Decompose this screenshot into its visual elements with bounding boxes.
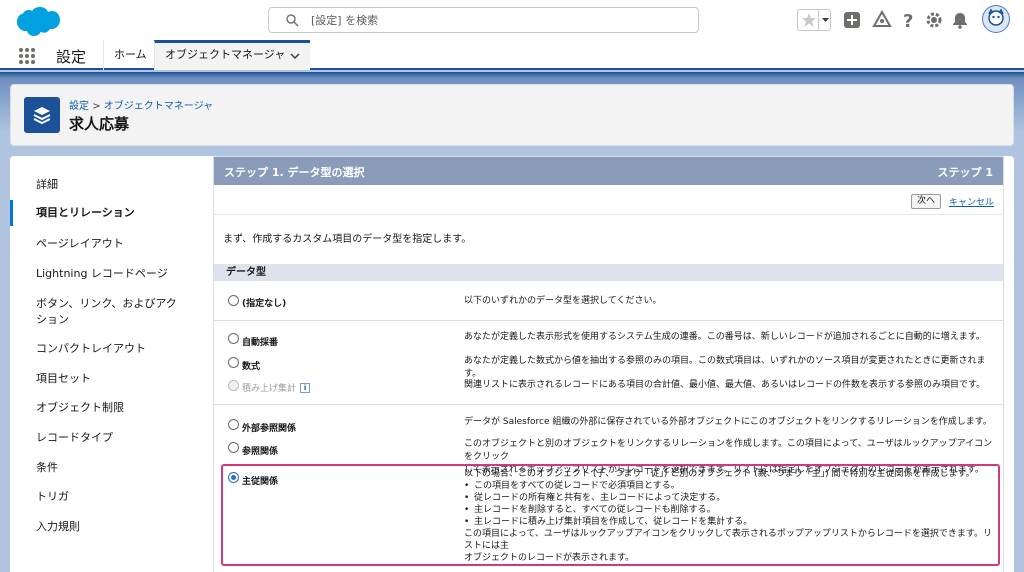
divider [214, 320, 1003, 321]
step-header: ステップ 1. データ型の選択 ステップ 1 [214, 157, 1003, 185]
chevron-down-icon[interactable] [289, 51, 301, 61]
sidebar-item-record-types[interactable]: レコードタイプ [10, 430, 210, 446]
option-desc-master-detail: 以下の場合、このオブジェクト (子、つまり「従」) と別のオブジェクト (親、つ… [464, 468, 994, 564]
breadcrumb-object-manager-link[interactable]: オブジェクトマネージャ [104, 101, 213, 112]
option-label-auto-number[interactable]: 自動採番 [242, 335, 278, 348]
sidebar-item-page-layouts[interactable]: ページレイアウト [10, 236, 210, 252]
option-desc-formula: あなたが定義した数式から値を抽出する参照のみの項目。この数式項目は、いずれかのソ… [464, 356, 986, 379]
sidebar-item-object-limits[interactable]: オブジェクト制限 [10, 400, 210, 416]
option-label-none[interactable]: (指定なし) [242, 296, 286, 309]
object-sidebar: 詳細 項目とリレーション ページレイアウト Lightning レコードページ … [10, 156, 210, 572]
radio-roll-up-summary [228, 380, 239, 391]
sidebar-item-lightning-record-pages[interactable]: Lightning レコードページ [10, 266, 210, 282]
search-icon [286, 14, 299, 27]
option-desc-roll-up-summary: 関連リストに表示されるレコードにある項目の合計値、最小値、最大値、あるいはレコー… [464, 380, 986, 390]
gear-icon[interactable] [924, 10, 944, 30]
option-label-formula[interactable]: 数式 [242, 359, 260, 372]
wizard-button-row: 次へ キャンセル [214, 185, 1003, 215]
master-detail-intro: 以下の場合、このオブジェクト (子、つまり「従」) と別のオブジェクト (親、つ… [464, 469, 975, 479]
favorites-button[interactable] [797, 9, 831, 31]
info-icon[interactable]: i [300, 383, 311, 393]
sidebar-item-conditions[interactable]: 条件 [10, 460, 210, 476]
option-label-lookup[interactable]: 参照関係 [242, 444, 278, 457]
list-item: この項目をすべての従レコードで必須項目とする。 [464, 480, 994, 492]
tab-home-label: ホーム [114, 48, 147, 61]
next-button[interactable]: 次へ [911, 194, 942, 209]
master-detail-outro-line1: この項目によって、ユーザはルックアップアイコンをクリックして表示されるポップアッ… [464, 529, 993, 551]
object-icon [24, 97, 60, 133]
breadcrumb-separator: > [92, 101, 101, 112]
master-detail-outro-line2: オブジェクトのレコードが表示されます。 [464, 553, 635, 563]
radio-auto-number[interactable] [228, 333, 239, 344]
user-avatar-icon [983, 6, 1009, 32]
tab-home[interactable]: ホーム [103, 40, 157, 70]
avatar[interactable] [982, 5, 1010, 33]
favorites-dropdown[interactable] [818, 10, 831, 30]
page-title: 求人応募 [69, 115, 130, 133]
search-input[interactable] [311, 12, 681, 28]
step-title: ステップ 1. データ型の選択 [224, 166, 365, 179]
tab-object-manager[interactable]: オブジェクトマネージャ [154, 40, 310, 70]
list-item: 従レコードの所有権と共有を、主レコードによって決定する。 [464, 492, 994, 504]
breadcrumb: 設定 > オブジェクトマネージャ [69, 97, 213, 112]
new-field-wizard: ステップ 1. データ型の選択 ステップ 1 次へ キャンセル まず、作成するカ… [213, 156, 1004, 572]
cancel-link[interactable]: キャンセル [949, 195, 994, 208]
radio-master-detail[interactable] [228, 472, 239, 483]
app-launcher-icon[interactable] [18, 47, 36, 65]
list-item: 主レコードを削除すると、すべての従レコードも削除する。 [464, 504, 994, 516]
sidebar-item-validation-rules[interactable]: 入力規則 [10, 519, 210, 535]
radio-none[interactable] [228, 295, 239, 306]
salesforce-logo[interactable] [12, 5, 60, 37]
breadcrumb-setup-link[interactable]: 設定 [69, 101, 89, 112]
radio-external-lookup[interactable] [228, 419, 239, 430]
radio-lookup[interactable] [228, 442, 239, 453]
sidebar-item-buttons-links-actions[interactable]: ボタン、リンク、およびアクション [10, 296, 186, 328]
option-label-master-detail[interactable]: 主従関係 [242, 474, 278, 487]
option-label-roll-up-summary: 積み上げ集計 i [242, 381, 311, 394]
step-indicator: ステップ 1 [937, 166, 993, 179]
app-name: 設定 [56, 48, 87, 66]
option-desc-auto-number: あなたが定義した表示形式を使用するシステム生成の連番。この番号は、新しいレコード… [464, 332, 985, 342]
option-desc-none: 以下のいずれかのデータ型を選択してください。 [464, 296, 662, 306]
add-icon[interactable] [842, 10, 862, 30]
global-search[interactable] [268, 7, 699, 33]
sidebar-item-compact-layouts[interactable]: コンパクトレイアウト [10, 341, 210, 357]
app-nav-bar: 設定 ホーム オブジェクトマネージャ [0, 40, 1024, 70]
option-desc-external-lookup: データが Salesforce 組織の外部に保存されている外部オブジェクトにこの… [464, 417, 992, 427]
sidebar-item-triggers[interactable]: トリガ [10, 489, 210, 505]
radio-formula[interactable] [228, 357, 239, 368]
sidebar-item-details[interactable]: 詳細 [10, 177, 210, 193]
help-icon[interactable]: ? [898, 10, 918, 30]
tab-object-manager-label: オブジェクトマネージャ [165, 48, 286, 61]
bell-icon[interactable] [950, 10, 970, 30]
trailhead-icon[interactable] [872, 10, 892, 30]
page-header: 設定 > オブジェクトマネージャ 求人応募 [10, 84, 1014, 146]
layers-icon [33, 107, 51, 125]
global-header: ? [0, 0, 1024, 40]
svg-text:?: ? [903, 11, 913, 30]
star-icon[interactable] [800, 11, 818, 29]
list-item: 主レコードに積み上げ集計項目を作成して、従レコードを集計する。 [464, 516, 994, 528]
section-title: データ型 [214, 264, 1003, 281]
divider [214, 404, 1003, 405]
option-label-external-lookup[interactable]: 外部参照関係 [242, 421, 296, 434]
content-panel: 詳細 項目とリレーション ページレイアウト Lightning レコードページ … [10, 156, 1014, 572]
sidebar-item-fields-relationships[interactable]: 項目とリレーション [10, 200, 210, 226]
sidebar-item-field-sets[interactable]: 項目セット [10, 371, 210, 387]
master-detail-bullets: この項目をすべての従レコードで必須項目とする。 従レコードの所有権と共有を、主レ… [464, 480, 994, 528]
chevron-down-icon [822, 18, 829, 22]
option-desc-lookup-line1: このオブジェクトと別のオブジェクトをリンクするリレーションを作成します。この項目… [464, 439, 993, 462]
intro-text: まず、作成するカスタム項目のデータ型を指定します。 [223, 234, 472, 245]
